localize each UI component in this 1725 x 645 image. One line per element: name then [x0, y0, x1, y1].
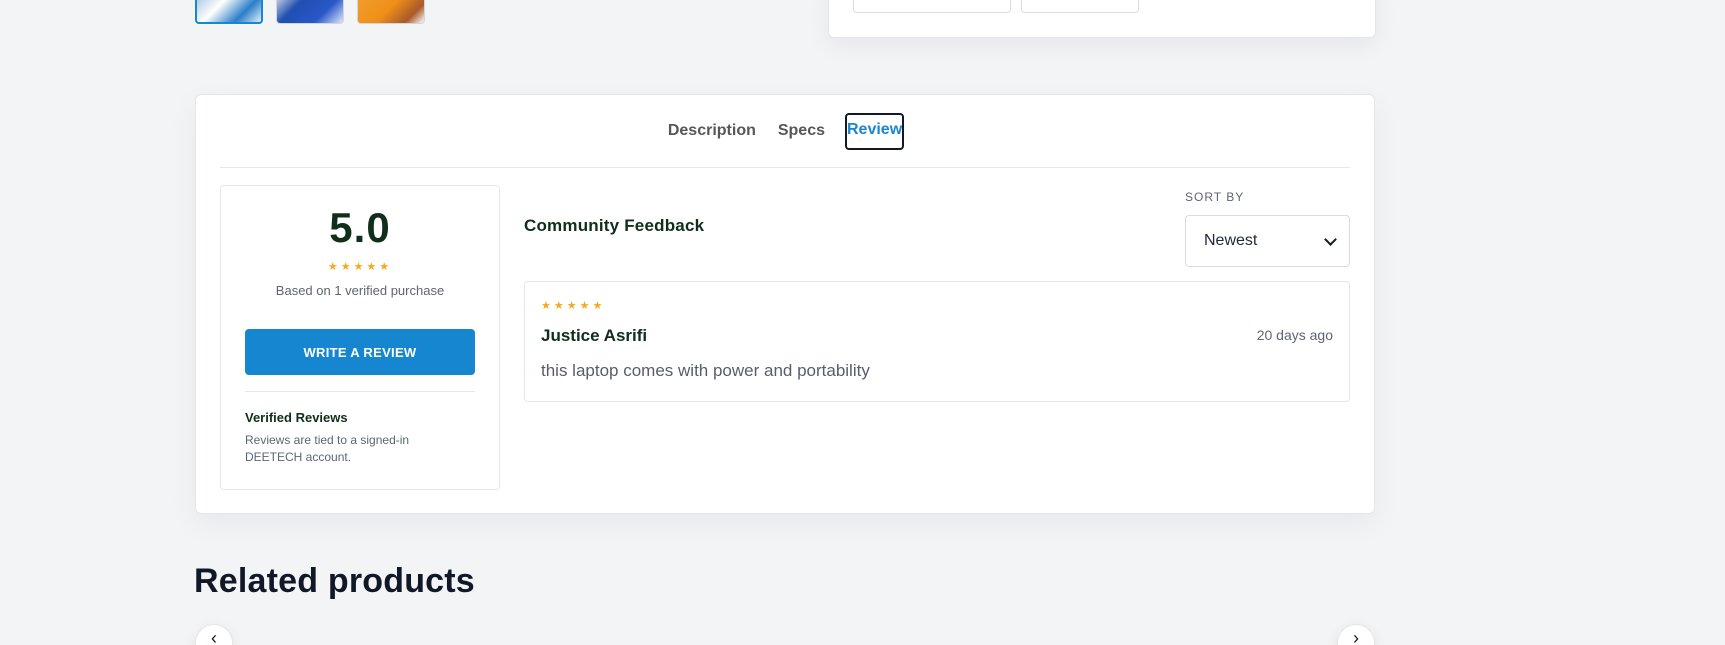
- related-products-title: Related products: [194, 562, 475, 600]
- chevron-down-icon: [1324, 232, 1337, 246]
- review-date: 20 days ago: [1256, 327, 1333, 343]
- rating-count-text: Based on 1 verified purchase: [275, 283, 445, 298]
- verified-reviews-text: Reviews are tied to a signed-in DEETECH …: [245, 433, 410, 464]
- review-item: ★★★★★ Justice Asrifi 20 days ago this la…: [524, 281, 1350, 402]
- summary-divider: [245, 391, 475, 392]
- review-author: Justice Asrifi: [541, 326, 648, 345]
- product-thumbnail-1[interactable]: [195, 0, 263, 24]
- quantity-field[interactable]: [1021, 0, 1139, 13]
- tab-description[interactable]: Description: [666, 114, 758, 148]
- write-review-button[interactable]: WRITE A REVIEW: [245, 329, 475, 375]
- purchase-panel: [828, 0, 1376, 38]
- review-text: this laptop comes with power and portabi…: [541, 361, 870, 380]
- gallery-thumbnails: [195, 0, 425, 24]
- tab-specs[interactable]: Specs: [776, 114, 827, 148]
- chevron-left-icon: ‹: [211, 627, 217, 645]
- rating-summary: 5.0 ★★★★★ Based on 1 verified purchase W…: [220, 185, 500, 490]
- verified-reviews-title: Verified Reviews: [245, 410, 348, 425]
- average-rating: 5.0: [329, 204, 391, 251]
- carousel-previous-button[interactable]: ‹: [195, 624, 233, 645]
- review-star-rating: ★★★★★: [541, 300, 606, 312]
- purchase-option-field[interactable]: [853, 0, 1011, 13]
- tab-review[interactable]: Review: [845, 112, 905, 150]
- sort-by-label: SORT BY: [1185, 190, 1245, 204]
- community-feedback-title: Community Feedback: [524, 216, 705, 235]
- product-thumbnail-3[interactable]: [357, 0, 425, 24]
- sort-selected-value: Newest: [1204, 232, 1258, 249]
- chevron-right-icon: ›: [1353, 627, 1359, 645]
- summary-star-rating: ★★★★★: [327, 261, 393, 273]
- product-page: Description Specs Review 5.0 ★★★★★ Based…: [0, 0, 1725, 645]
- carousel-next-button[interactable]: ›: [1337, 624, 1375, 645]
- product-tabs: Description Specs Review: [220, 95, 1350, 168]
- product-thumbnail-2[interactable]: [276, 0, 344, 24]
- product-info-tabs-card: Description Specs Review 5.0 ★★★★★ Based…: [195, 94, 1375, 514]
- sort-select[interactable]: Newest: [1185, 215, 1350, 267]
